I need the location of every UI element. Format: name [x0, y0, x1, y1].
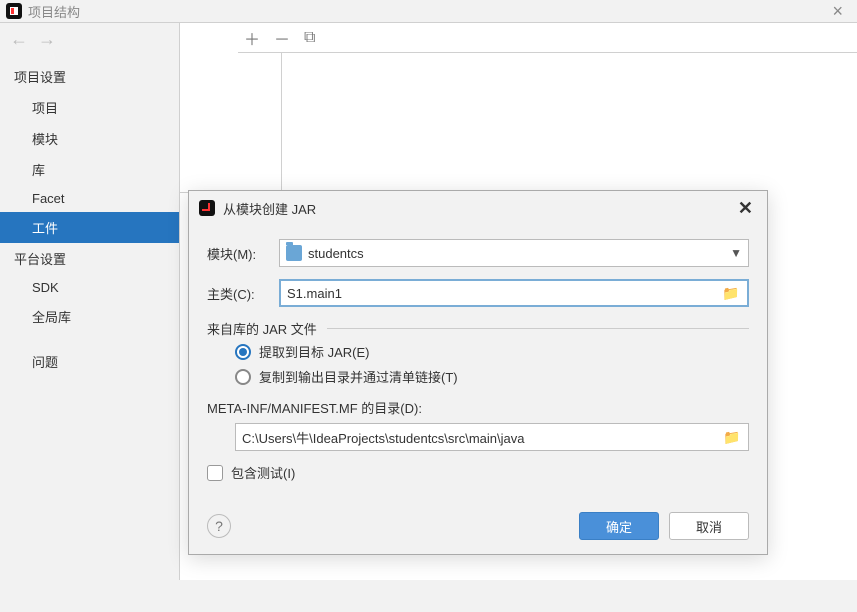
- radio-icon: [235, 344, 251, 360]
- back-arrow-icon[interactable]: ←: [10, 29, 28, 50]
- copy-icon[interactable]: ⧉: [304, 29, 315, 47]
- radio-copy[interactable]: 复制到输出目录并通过清单链接(T): [235, 367, 749, 386]
- remove-icon[interactable]: －: [274, 26, 290, 50]
- include-tests-label: 包含测试(I): [231, 463, 295, 482]
- radio-extract[interactable]: 提取到目标 JAR(E): [235, 342, 749, 361]
- dialog-title-bar: 从模块创建 JAR ✕: [189, 191, 767, 225]
- radio-icon: [235, 369, 251, 385]
- create-jar-dialog: 从模块创建 JAR ✕ 模块(M): studentcs ▼ 主类(C): S1…: [188, 190, 768, 555]
- ok-button[interactable]: 确定: [579, 512, 659, 540]
- jarlib-fieldset: 来自库的 JAR 文件: [207, 319, 749, 338]
- module-label: 模块(M):: [207, 244, 279, 263]
- cancel-button[interactable]: 取消: [669, 512, 749, 540]
- radio-extract-label: 提取到目标 JAR(E): [259, 342, 370, 361]
- dialog-title: 从模块创建 JAR: [223, 199, 316, 218]
- meta-dir-label: META-INF/MANIFEST.MF 的目录(D):: [207, 398, 749, 417]
- sidebar-section-project-settings: 项目设置: [0, 61, 179, 92]
- mainclass-input[interactable]: S1.main1 📁: [279, 279, 749, 307]
- sidebar-item-modules[interactable]: 模块: [0, 123, 179, 154]
- folder-icon: [286, 245, 302, 261]
- sidebar-item-problems[interactable]: 问题: [0, 346, 179, 377]
- include-tests-check[interactable]: 包含测试(I): [207, 463, 749, 482]
- module-value: studentcs: [308, 246, 364, 261]
- sidebar-item-artifacts[interactable]: 工件: [0, 212, 179, 243]
- radio-copy-label: 复制到输出目录并通过清单链接(T): [259, 367, 458, 386]
- sidebar-item-project[interactable]: 项目: [0, 92, 179, 123]
- sidebar-item-global-libs[interactable]: 全局库: [0, 301, 179, 332]
- browse-icon[interactable]: 📁: [722, 429, 742, 446]
- window-title: 项目结构: [28, 2, 80, 21]
- list-toolbar: ＋ － ⧉: [238, 23, 857, 53]
- dialog-app-icon: [199, 200, 215, 216]
- chevron-down-icon: ▼: [730, 246, 742, 260]
- close-icon[interactable]: ×: [824, 1, 851, 22]
- forward-arrow-icon[interactable]: →: [38, 29, 56, 50]
- sidebar-section-platform-settings: 平台设置: [0, 243, 179, 274]
- checkbox-icon: [207, 465, 223, 481]
- sidebar-item-sdk[interactable]: SDK: [0, 274, 179, 301]
- mainclass-label: 主类(C):: [207, 284, 279, 303]
- add-icon[interactable]: ＋: [244, 26, 260, 50]
- sidebar-item-facet[interactable]: Facet: [0, 185, 179, 212]
- dialog-close-icon[interactable]: ✕: [734, 198, 757, 219]
- artifact-list[interactable]: [180, 53, 282, 193]
- title-bar: 项目结构 ×: [0, 0, 857, 22]
- browse-icon[interactable]: 📁: [721, 285, 741, 302]
- app-icon: [6, 3, 22, 19]
- help-button[interactable]: ?: [207, 514, 231, 538]
- sidebar-item-libraries[interactable]: 库: [0, 154, 179, 185]
- meta-dir-input[interactable]: C:\Users\牛\IdeaProjects\studentcs\src\ma…: [235, 423, 749, 451]
- mainclass-value: S1.main1: [287, 286, 721, 301]
- nav-bar: ← →: [0, 25, 179, 53]
- meta-dir-value: C:\Users\牛\IdeaProjects\studentcs\src\ma…: [242, 428, 722, 447]
- sidebar: ← → 项目设置 项目 模块 库 Facet 工件 平台设置 SDK 全局库 问…: [0, 23, 180, 580]
- module-combo[interactable]: studentcs ▼: [279, 239, 749, 267]
